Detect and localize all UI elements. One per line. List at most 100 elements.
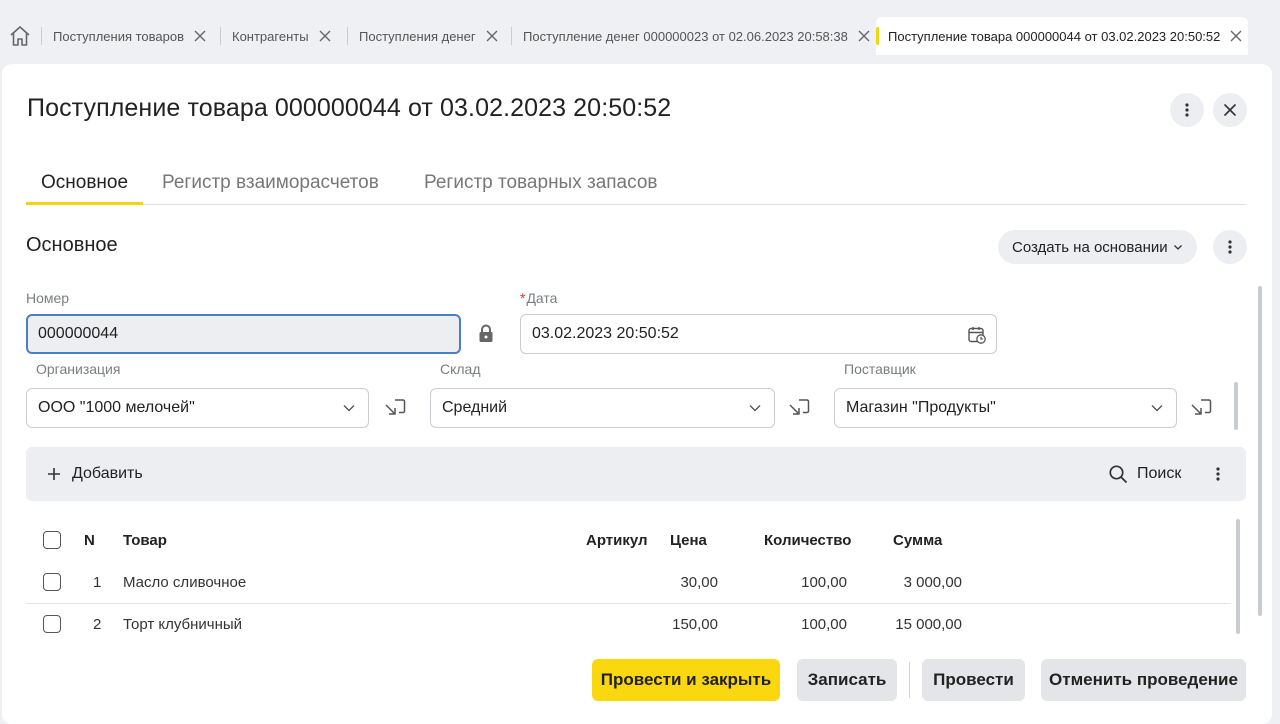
form-scrollbar[interactable] [1258, 286, 1262, 616]
section-more-button[interactable] [1213, 230, 1247, 264]
column-header-price[interactable]: Цена [670, 532, 707, 549]
close-icon[interactable] [485, 29, 499, 43]
tab-label: Поступление товара 000000044 от 03.02.20… [888, 28, 1221, 44]
number-value: 000000044 [38, 325, 119, 342]
organization-value: ООО "1000 мелочей" [38, 399, 195, 416]
warehouse-label: Склад [440, 361, 481, 377]
table-toolbar: Добавить Поиск [26, 447, 1246, 501]
button-divider [909, 662, 910, 698]
tab-money-receipt-23[interactable]: Поступление денег 000000023 от 02.06.202… [511, 17, 871, 55]
tab-label: Поступления денег [359, 28, 476, 44]
column-header-quantity[interactable]: Количество [764, 532, 851, 549]
chevron-down-icon [343, 405, 355, 412]
tab-goods-receipts[interactable]: Поступления товаров [41, 17, 207, 55]
more-actions-button[interactable] [1170, 93, 1204, 127]
tab-main[interactable]: Основное [26, 172, 144, 205]
more-vertical-icon [1228, 240, 1232, 254]
tab-main-label: Основное [41, 172, 129, 193]
tab-goods-receipt-44[interactable]: Поступление товара 000000044 от 03.02.20… [876, 17, 1248, 55]
sum-value: 15 000,00 [895, 616, 962, 633]
references-row: Организация ООО "1000 мелочей" Склад Сре… [26, 360, 1236, 436]
calendar-clock-icon[interactable] [967, 325, 987, 345]
more-vertical-icon [1216, 467, 1220, 481]
row-checkbox[interactable] [43, 615, 61, 633]
table-scrollbar[interactable] [1236, 519, 1240, 634]
active-tab-underline [26, 202, 144, 205]
chevron-down-icon [1173, 245, 1182, 250]
tab-money-receipts[interactable]: Поступления денег [347, 17, 499, 55]
tab-separator [220, 27, 221, 45]
more-vertical-icon [1185, 103, 1189, 117]
date-field[interactable]: 03.02.2023 20:50:52 [520, 314, 997, 354]
close-icon[interactable] [1229, 29, 1243, 43]
close-icon[interactable] [857, 29, 871, 43]
date-label: *Дата [520, 290, 557, 306]
add-label: Добавить [72, 465, 143, 482]
tab-inventory-register[interactable]: Регистр товарных запасов [424, 172, 658, 194]
column-header-sum[interactable]: Сумма [893, 532, 942, 549]
row-number: 2 [93, 616, 102, 633]
search-icon [1109, 465, 1128, 484]
required-marker: * [520, 290, 526, 306]
price-value: 30,00 [680, 574, 718, 591]
home-icon[interactable] [8, 24, 32, 48]
tab-separator [347, 27, 348, 45]
number-label: Номер [26, 290, 70, 306]
row-checkbox[interactable] [43, 573, 61, 591]
column-header-n[interactable]: N [84, 532, 95, 549]
search-button[interactable]: Поиск [1108, 447, 1181, 501]
close-icon[interactable] [318, 29, 332, 43]
save-button[interactable]: Записать [797, 659, 897, 701]
add-button[interactable]: Добавить [46, 447, 143, 501]
number-field[interactable]: 000000044 [26, 314, 461, 354]
close-icon [1223, 103, 1237, 117]
open-icon[interactable] [786, 396, 812, 422]
form-tabs: Основное Регистр взаиморасчетов Регистр … [26, 162, 1246, 205]
close-icon[interactable] [193, 29, 207, 43]
page-title: Поступление товара 000000044 от 03.02.20… [27, 94, 672, 122]
column-header-article[interactable]: Артикул [586, 532, 648, 549]
active-tab-marker [876, 27, 879, 45]
select-all-checkbox[interactable] [43, 531, 61, 549]
tab-label: Поступление денег 000000023 от 02.06.202… [523, 28, 848, 44]
tab-settlements-register[interactable]: Регистр взаиморасчетов [162, 172, 379, 194]
tab-separator [41, 27, 42, 45]
product-name: Масло сливочное [123, 574, 247, 591]
tab-label: Поступления товаров [53, 28, 185, 44]
tab-strip: Поступления товаров Контрагенты Поступле… [0, 0, 1280, 64]
supplier-select[interactable]: Магазин "Продукты" [834, 388, 1177, 428]
date-label-text: Дата [526, 290, 558, 306]
organization-select[interactable]: ООО "1000 мелочей" [26, 388, 369, 428]
post-and-close-button[interactable]: Провести и закрыть [592, 659, 780, 701]
section-title: Основное [26, 234, 118, 256]
fields-scrollbar[interactable] [1234, 382, 1238, 430]
table-more-button[interactable] [1210, 447, 1226, 501]
tab-counterparties[interactable]: Контрагенты [220, 17, 332, 55]
column-header-product[interactable]: Товар [123, 532, 167, 549]
close-button[interactable] [1213, 93, 1247, 127]
product-name: Торт клубничный [123, 616, 243, 633]
document-form: Поступление товара 000000044 от 03.02.20… [2, 64, 1272, 724]
tab-separator [511, 27, 512, 45]
row-number: 1 [93, 574, 102, 591]
supplier-label: Поставщик [844, 361, 916, 377]
create-based-on-button[interactable]: Создать на основании [998, 230, 1197, 264]
cancel-posting-button[interactable]: Отменить проведение [1041, 659, 1246, 701]
row-divider [26, 603, 1231, 604]
warehouse-select[interactable]: Средний [430, 388, 775, 428]
tab-label: Контрагенты [232, 28, 309, 44]
post-button[interactable]: Провести [922, 659, 1025, 701]
search-label: Поиск [1137, 465, 1182, 482]
organization-label: Организация [36, 361, 121, 377]
supplier-value: Магазин "Продукты" [846, 399, 996, 416]
chevron-down-icon [1151, 405, 1163, 412]
lock-icon [479, 324, 493, 342]
open-icon[interactable] [1188, 396, 1214, 422]
chevron-down-icon [749, 405, 761, 412]
warehouse-value: Средний [442, 399, 508, 416]
quantity-value: 100,00 [801, 616, 847, 633]
sum-value: 3 000,00 [903, 574, 962, 591]
price-value: 150,00 [672, 616, 718, 633]
open-icon[interactable] [382, 396, 408, 422]
plus-icon [48, 468, 60, 480]
